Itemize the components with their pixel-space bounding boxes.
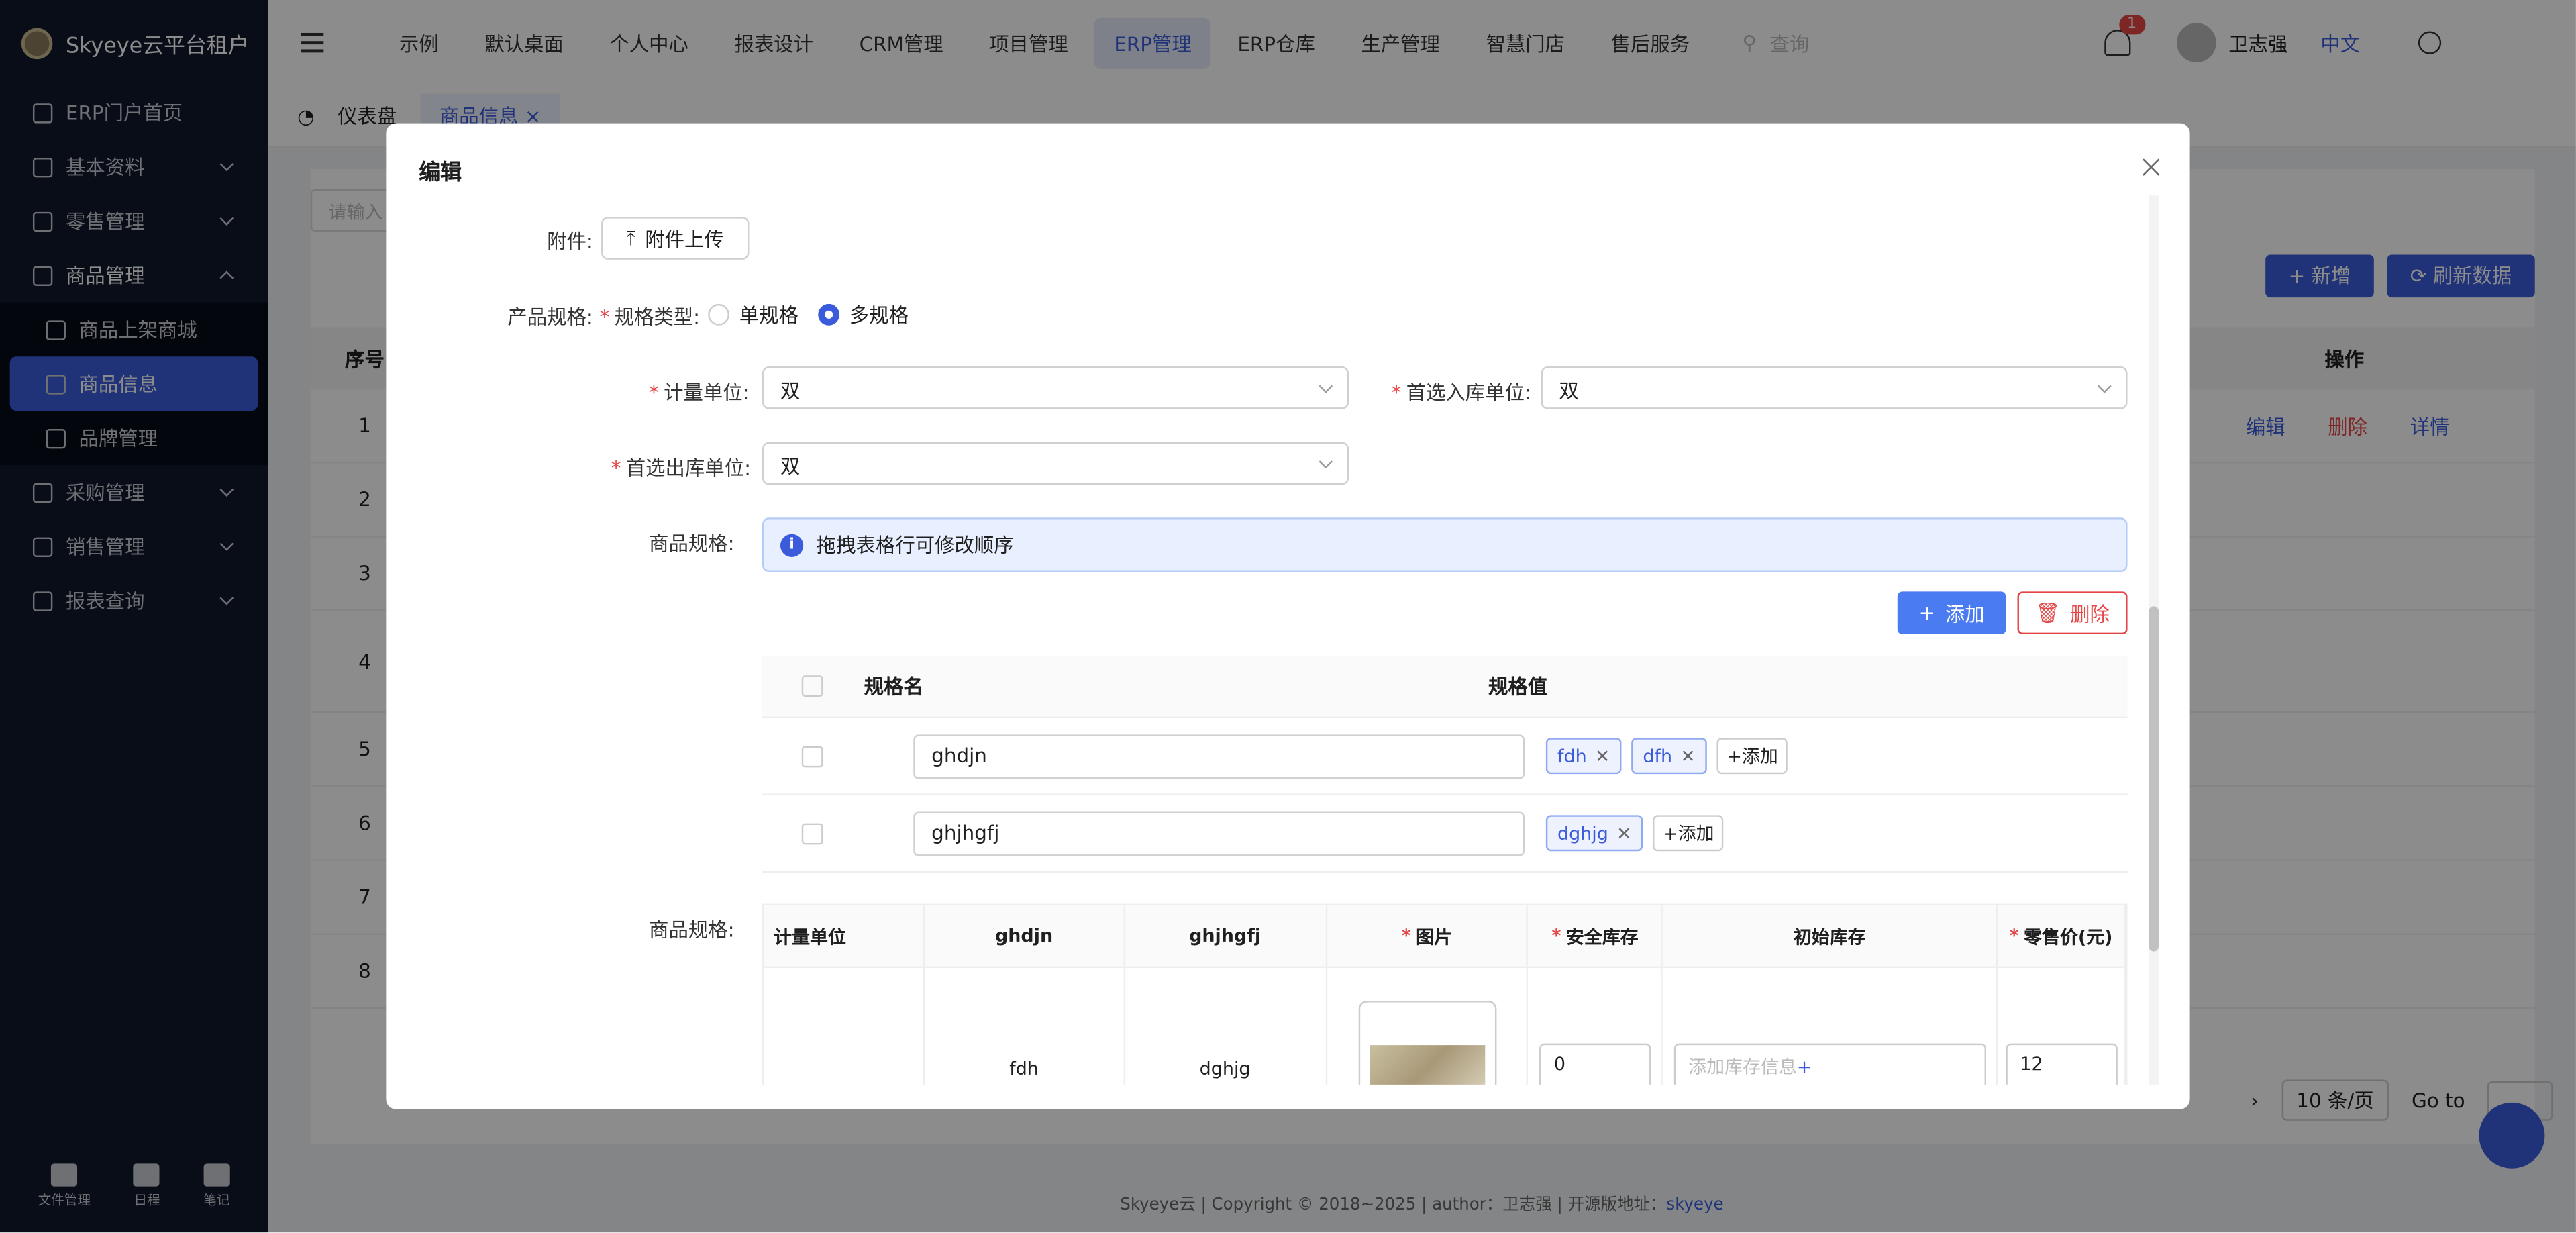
sku-image-cell (1327, 968, 1529, 1085)
upload-icon: ⤒ (626, 226, 635, 249)
close-icon[interactable]: ✕ (1616, 822, 1632, 844)
col-spec2: ghjhgfj (1125, 905, 1327, 967)
spec-table-header: 规格名 规格值 (762, 655, 2128, 718)
spec-value-tag: dfh ✕ (1631, 738, 1708, 775)
init-stock-input[interactable]: 添加库存信息+ (1673, 1043, 1986, 1085)
modal-body: 附件: ⤒ 附件上传 产品规格: * 规格类型: 单规格 多规格 * 计量单位: 双 … (386, 195, 2150, 1085)
col-spec1: ghdjn (925, 905, 1125, 967)
close-icon[interactable]: ✕ (1595, 745, 1610, 767)
sku-spec2: dghjg (1125, 968, 1327, 1085)
tag-text: dghjg (1557, 822, 1608, 844)
sku-safe-cell: 0 (1529, 968, 1663, 1085)
row-checkbox[interactable] (801, 745, 823, 767)
price-input[interactable]: 12 (2005, 1043, 2117, 1085)
upload-label: 附件上传 (645, 228, 724, 251)
spec-value-tags: dghjg ✕ +添加 (1545, 815, 1724, 852)
add-tag-button[interactable]: +添加 (1716, 738, 1788, 775)
in-unit-label-text: 首选入库单位: (1406, 381, 1531, 405)
col-spec-name: 规格名 (864, 675, 923, 699)
app-root: Skyeye云平台租户 ERP门户首页 基本资料 零售管理 商品管理 商品上架商… (0, 0, 2576, 1233)
radio-circle-checked (818, 303, 840, 326)
unit-label: * 计量单位: (649, 381, 750, 405)
product-spec-label: 产品规格: (507, 305, 593, 329)
trash-icon: 🗑 (2035, 601, 2061, 625)
sku-row: fdh dghjg 0 添加库存信息+ 12 (764, 968, 2126, 1085)
safe-stock-input[interactable]: 0 (1539, 1043, 1651, 1085)
radio-label: 多规格 (849, 303, 909, 328)
spec-type-label: * 规格类型: (599, 305, 701, 329)
radio-circle (708, 303, 730, 326)
col-init-stock: 初始库存 (1663, 905, 1998, 967)
goods-spec-label: 商品规格: (649, 532, 735, 556)
chevron-down-icon (1319, 379, 1333, 393)
product-thumbnail (1369, 1045, 1485, 1085)
tag-text: dfh (1643, 745, 1673, 767)
spec-value-tag: dghjg ✕ (1545, 815, 1643, 852)
select-all-checkbox[interactable] (801, 675, 823, 697)
tag-text: fdh (1557, 745, 1587, 767)
sku-init-cell: 添加库存信息+ (1663, 968, 1998, 1085)
single-spec-radio[interactable]: 单规格 (708, 301, 798, 329)
upload-button[interactable]: ⤒ 附件上传 (601, 217, 750, 260)
spec-row: ghjhgfj dghjg ✕ +添加 (762, 795, 2128, 873)
delete-spec-label: 删除 (2070, 602, 2110, 626)
close-icon[interactable]: ✕ (1680, 745, 1696, 767)
unit-label-text: 计量单位: (664, 381, 750, 405)
info-alert: i 拖拽表格行可修改顺序 (762, 517, 2128, 573)
plus-icon[interactable]: + (1797, 1056, 1812, 1078)
sku-price-cell: 12 (1998, 968, 2126, 1085)
spec-name-input[interactable]: ghjhgfj (913, 811, 1525, 856)
edit-modal: 编辑 × 附件: ⤒ 附件上传 产品规格: * 规格类型: 单规格 多规格 * 计量单… (386, 123, 2190, 1109)
out-unit-select[interactable]: 双 (762, 442, 1349, 485)
info-icon: i (780, 533, 804, 556)
out-unit-label: * 首选出库单位: (611, 456, 751, 480)
chevron-down-icon (2097, 379, 2112, 393)
unit-select[interactable]: 双 (762, 366, 1349, 409)
multi-spec-radio[interactable]: 多规格 (818, 301, 909, 329)
attachment-label: 附件: (547, 230, 593, 254)
out-unit-value: 双 (780, 455, 801, 479)
unit-value: 双 (780, 379, 801, 403)
add-spec-button[interactable]: + 添加 (1897, 591, 2006, 635)
close-icon[interactable]: × (2137, 146, 2165, 186)
alert-text: 拖拽表格行可修改顺序 (816, 534, 1014, 557)
chevron-down-icon (1319, 454, 1333, 469)
col-price: * 零售价(元) (1998, 905, 2126, 967)
col-spec-value: 规格值 (1488, 675, 1548, 699)
col-image: * 图片 (1327, 905, 1529, 967)
radio-label: 单规格 (739, 303, 798, 328)
image-upload[interactable] (1357, 1001, 1496, 1085)
init-stock-placeholder: 添加库存信息 (1688, 1056, 1797, 1079)
row-checkbox[interactable] (801, 822, 823, 844)
delete-spec-button[interactable]: 🗑 删除 (2017, 591, 2128, 635)
col-unit: 计量单位 (764, 905, 925, 967)
col-safe-stock: * 安全库存 (1529, 905, 1663, 967)
in-unit-select[interactable]: 双 (1541, 366, 2128, 409)
col-image-text: 图片 (1416, 926, 1453, 948)
in-unit-value: 双 (1559, 379, 1579, 403)
spec-table: 规格名 规格值 ghdjn fdh ✕ dfh ✕ +添加 ghjhgfj dg… (762, 655, 2128, 873)
sku-table-header: 计量单位 ghdjn ghjhgfj * 图片 * 安全库存 初始库存 * 零售价(元… (764, 905, 2126, 969)
spec-type-text: 规格类型: (614, 305, 701, 329)
spec-row: ghdjn fdh ✕ dfh ✕ +添加 (762, 718, 2128, 795)
spec-name-input[interactable]: ghdjn (913, 734, 1525, 779)
in-unit-label: * 首选入库单位: (1391, 381, 1531, 405)
spec-value-tags: fdh ✕ dfh ✕ +添加 (1545, 738, 1788, 775)
sku-spec1: fdh (925, 968, 1125, 1085)
add-tag-button[interactable]: +添加 (1653, 815, 1724, 852)
sku-table: 计量单位 ghdjn ghjhgfj * 图片 * 安全库存 初始库存 * 零售价(元… (762, 903, 2128, 1085)
col-safe-stock-text: 安全库存 (1565, 926, 1639, 948)
goods-spec-label-2: 商品规格: (649, 918, 735, 942)
out-unit-label-text: 首选出库单位: (625, 456, 751, 480)
modal-title: 编辑 (419, 160, 462, 186)
sku-unit (764, 968, 925, 1085)
spec-value-tag: fdh ✕ (1545, 738, 1622, 775)
col-price-text: 零售价(元) (2024, 926, 2113, 948)
add-spec-label: 添加 (1945, 602, 1985, 626)
